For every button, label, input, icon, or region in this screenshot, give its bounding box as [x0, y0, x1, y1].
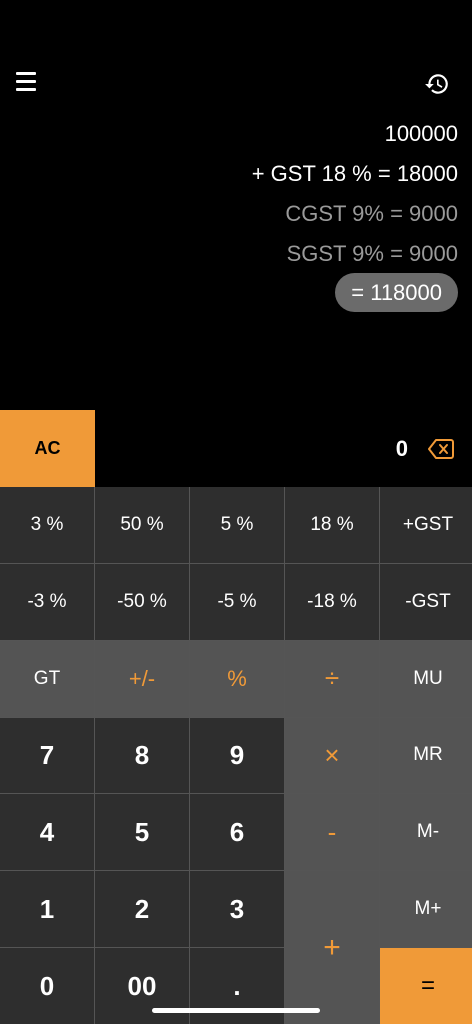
key-minus-gst[interactable]: -GST: [380, 563, 472, 640]
key-minus-18-percent[interactable]: -18 %: [285, 563, 379, 640]
key-plus-gst[interactable]: +GST: [380, 487, 472, 563]
keypad: 3 % 50 % 5 % 18 % +GST -3 % -50 % -5 % -…: [0, 487, 472, 1024]
key-memory-plus[interactable]: M+: [380, 871, 472, 948]
current-display-value: 0: [395, 436, 408, 461]
home-indicator[interactable]: [152, 1008, 320, 1013]
key-mu[interactable]: MU: [380, 640, 472, 717]
key-equals[interactable]: =: [380, 948, 472, 1024]
input-value: 100000: [384, 121, 458, 146]
key-9[interactable]: 9: [190, 717, 284, 794]
key-minus-3-percent[interactable]: -3 %: [0, 563, 94, 640]
key-multiply[interactable]: ×: [285, 717, 379, 794]
key-memory-minus[interactable]: M-: [380, 794, 472, 871]
key-memory-recall[interactable]: MR: [380, 717, 472, 794]
key-6[interactable]: 6: [190, 794, 284, 871]
gst-line: + GST 18 % = 18000: [251, 161, 458, 186]
key-divide[interactable]: ÷: [285, 640, 379, 717]
key-1[interactable]: 1: [0, 871, 94, 948]
total-result-pill[interactable]: = 118000: [335, 273, 458, 312]
key-plus-minus[interactable]: +/-: [95, 640, 189, 717]
history-icon[interactable]: [424, 71, 450, 97]
key-minus-50-percent[interactable]: -50 %: [95, 563, 189, 640]
key-5[interactable]: 5: [95, 794, 189, 871]
all-clear-button[interactable]: AC: [0, 410, 95, 487]
key-7[interactable]: 7: [0, 717, 94, 794]
key-2[interactable]: 2: [95, 871, 189, 948]
sgst-line: SGST 9% = 9000: [286, 241, 458, 266]
key-8[interactable]: 8: [95, 717, 189, 794]
key-50-percent[interactable]: 50 %: [95, 487, 189, 563]
key-percent[interactable]: %: [190, 640, 284, 717]
key-3-percent[interactable]: 3 %: [0, 487, 94, 563]
key-5-percent[interactable]: 5 %: [190, 487, 284, 563]
backspace-icon[interactable]: [428, 438, 454, 460]
key-18-percent[interactable]: 18 %: [285, 487, 379, 563]
key-0[interactable]: 0: [0, 948, 94, 1024]
key-minus-5-percent[interactable]: -5 %: [190, 563, 284, 640]
key-minus[interactable]: -: [285, 794, 379, 871]
key-grand-total[interactable]: GT: [0, 640, 94, 717]
cgst-line: CGST 9% = 9000: [285, 201, 458, 226]
key-plus[interactable]: +: [285, 871, 379, 1024]
key-4[interactable]: 4: [0, 794, 94, 871]
hamburger-menu-icon[interactable]: [16, 72, 38, 92]
key-3[interactable]: 3: [190, 871, 284, 948]
